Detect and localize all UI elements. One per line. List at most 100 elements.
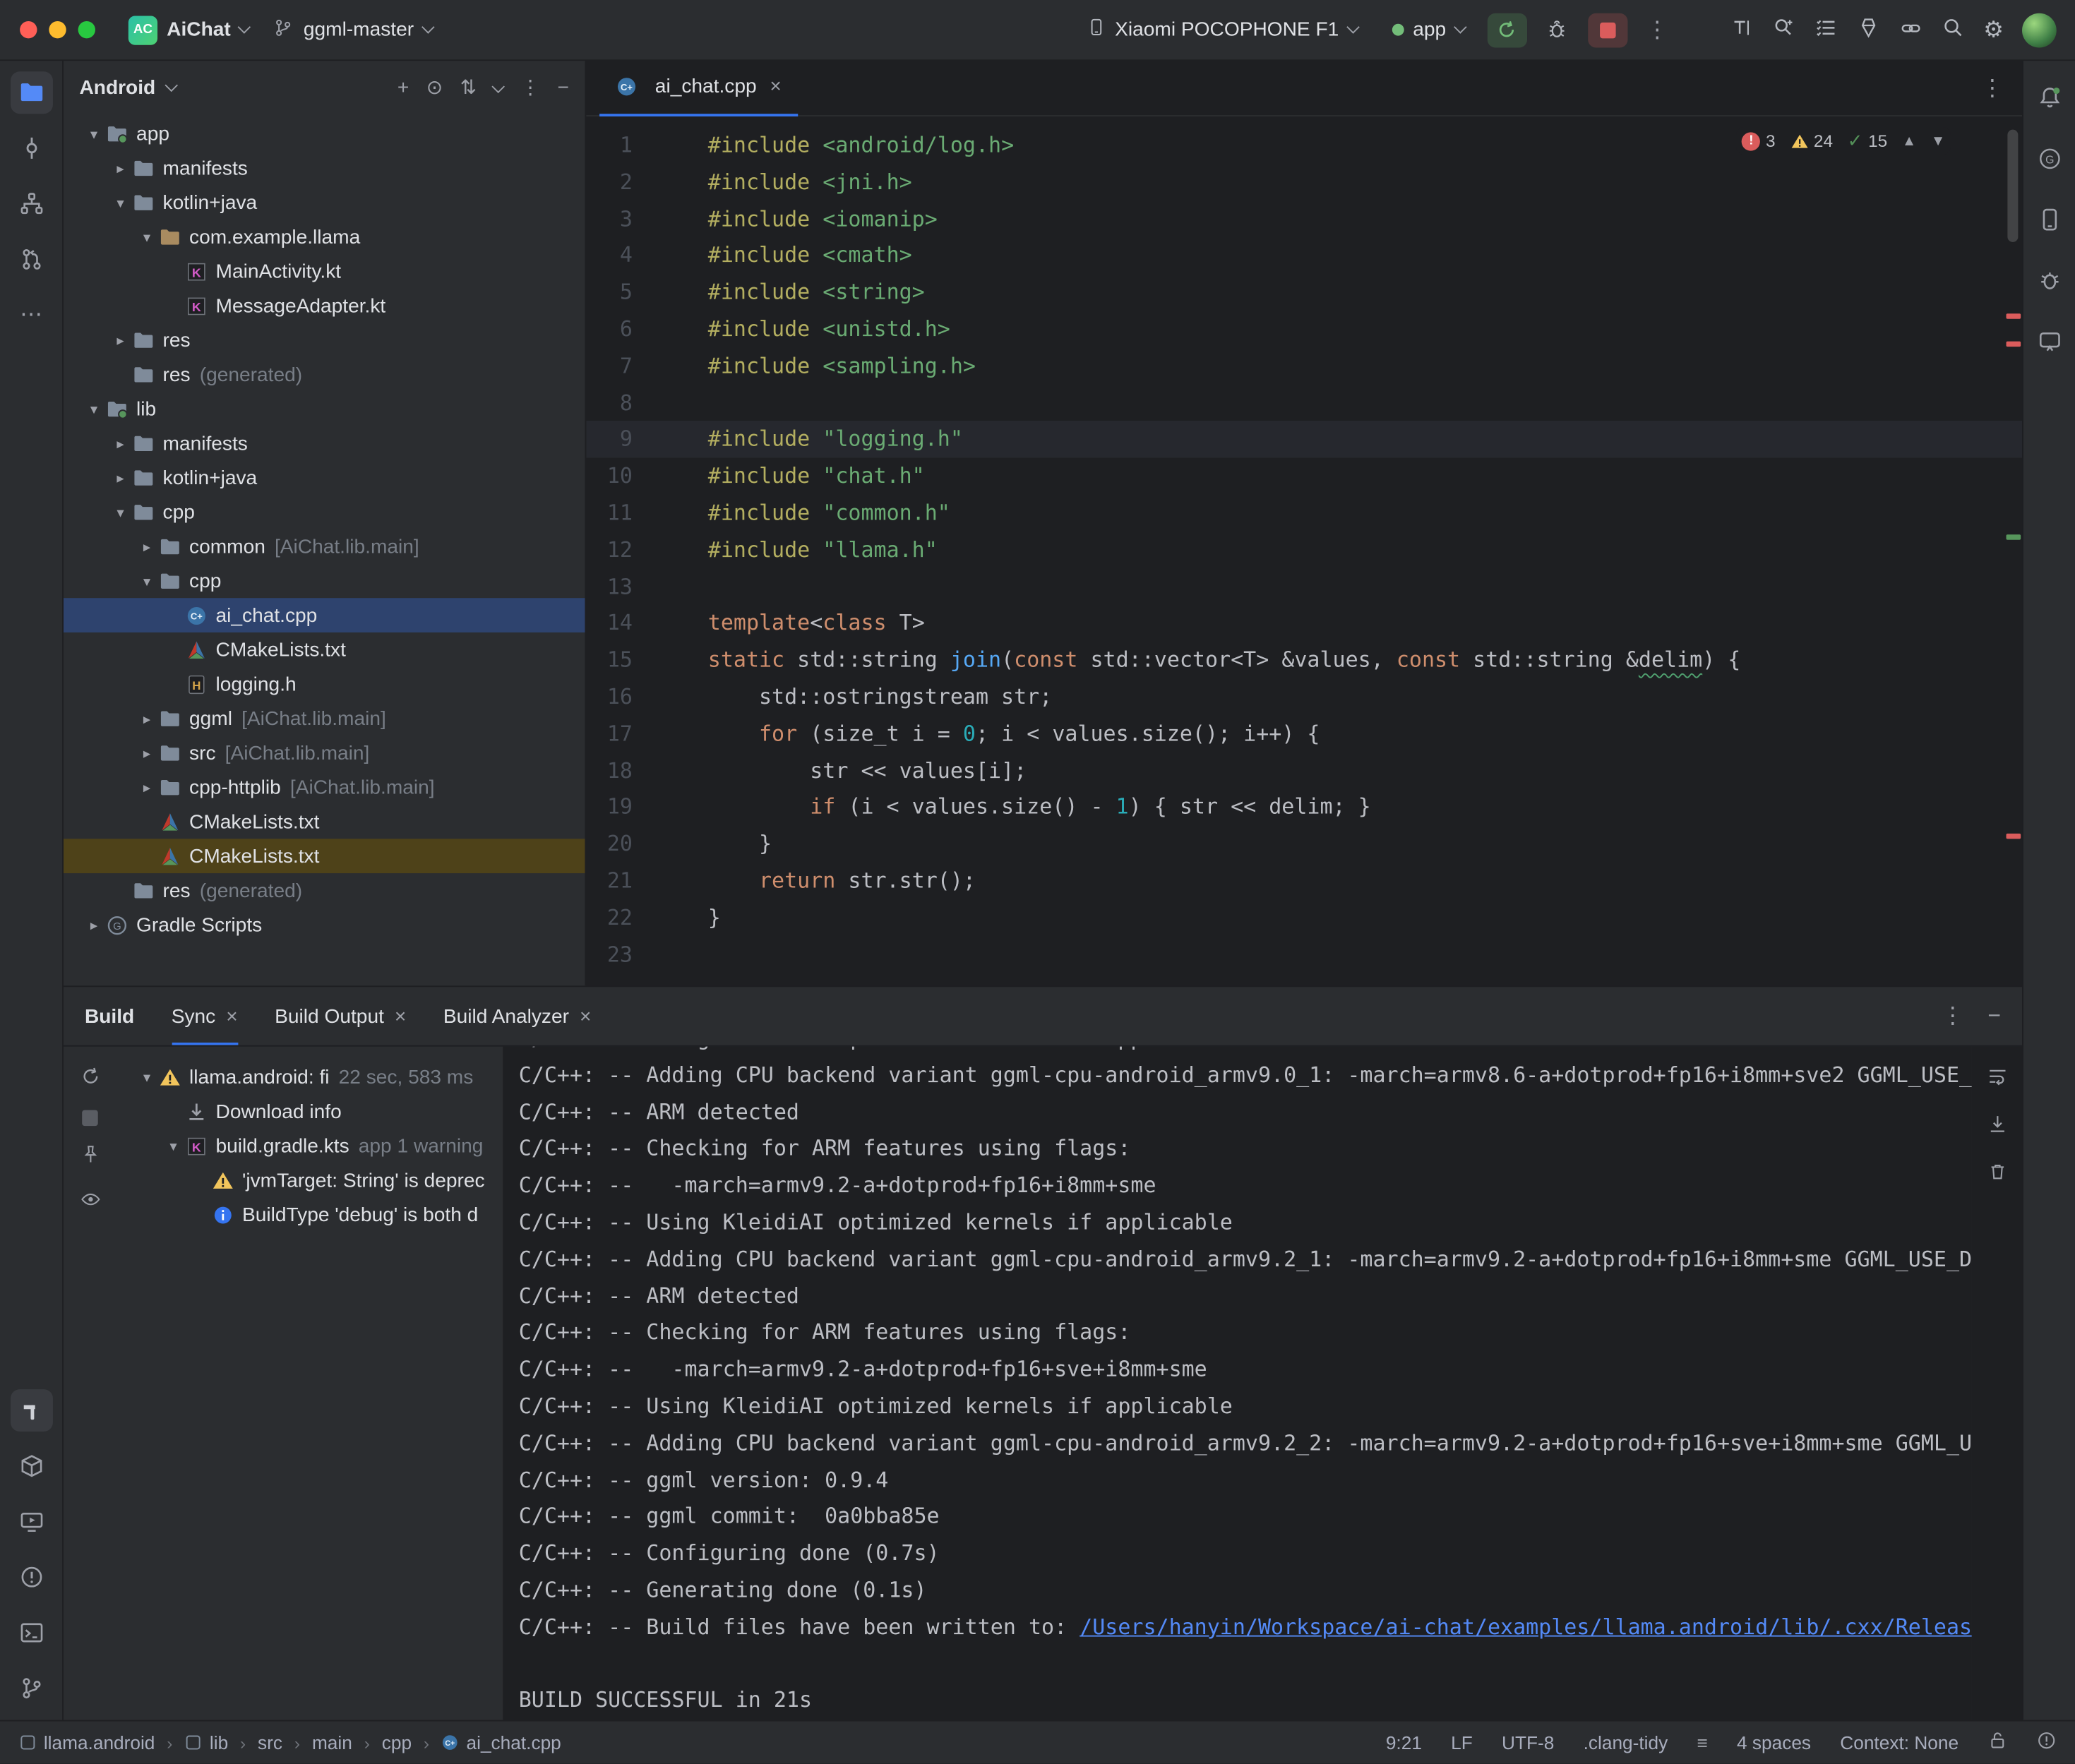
line-number[interactable]: 22 bbox=[586, 899, 633, 936]
notifications-icon[interactable] bbox=[2028, 77, 2070, 119]
line-number[interactable]: 6 bbox=[586, 311, 633, 347]
code-line-22[interactable]: 22} bbox=[586, 899, 2022, 936]
chevron-closed-icon[interactable]: ▸ bbox=[135, 710, 159, 727]
tree-item-cpp[interactable]: ▾cpp bbox=[64, 495, 585, 529]
line-number[interactable]: 3 bbox=[586, 200, 633, 237]
code-line-6[interactable]: 6#include <unistd.h> bbox=[586, 311, 2022, 347]
code-line-9[interactable]: 9#include "logging.h" bbox=[586, 421, 2022, 458]
commit-tool-icon[interactable] bbox=[10, 127, 52, 169]
code-line-2[interactable]: 2#include <jni.h> bbox=[586, 164, 2022, 200]
code-line-4[interactable]: 4#include <cmath> bbox=[586, 237, 2022, 274]
chevron-closed-icon[interactable]: ▸ bbox=[109, 435, 133, 452]
line-number[interactable]: 21 bbox=[586, 863, 633, 899]
chevron-open-icon[interactable]: ▾ bbox=[135, 1069, 159, 1086]
chevron-open-icon[interactable]: ▾ bbox=[109, 503, 133, 520]
project-view-selector[interactable]: Android bbox=[79, 76, 155, 99]
line-number[interactable]: 5 bbox=[586, 274, 633, 311]
encoding-widget[interactable]: UTF-8 bbox=[1502, 1732, 1554, 1753]
line-number[interactable]: 15 bbox=[586, 642, 633, 678]
clear-console-icon[interactable] bbox=[1985, 1160, 2008, 1188]
device-manager-tool-icon[interactable] bbox=[2028, 198, 2070, 241]
tree-item-ai-chat-cpp[interactable]: C+ai_chat.cpp bbox=[64, 598, 585, 632]
resource-manager-tool-icon[interactable] bbox=[10, 1445, 52, 1487]
device-selector[interactable]: Xiaomi POCOPHONE F1 bbox=[1074, 11, 1369, 49]
line-number[interactable]: 10 bbox=[586, 458, 633, 495]
code-line-14[interactable]: 14template<class T> bbox=[586, 605, 2022, 642]
search-actions-icon[interactable] bbox=[1771, 16, 1795, 44]
clang-tidy-widget[interactable]: .clang-tidy bbox=[1584, 1732, 1668, 1753]
line-number[interactable]: 8 bbox=[586, 385, 633, 421]
code-line-15[interactable]: 15static std::string join(const std::vec… bbox=[586, 642, 2022, 678]
build-tab-sync[interactable]: Sync× bbox=[172, 987, 238, 1045]
build-tool-icon[interactable] bbox=[10, 1389, 52, 1432]
hide-build-panel-icon[interactable]: − bbox=[1987, 1003, 2001, 1029]
line-number[interactable]: 23 bbox=[586, 936, 633, 973]
code-line-16[interactable]: 16 std::ostringstream str; bbox=[586, 678, 2022, 715]
chevron-closed-icon[interactable]: ▸ bbox=[109, 160, 133, 176]
code-line-11[interactable]: 11#include "common.h" bbox=[586, 495, 2022, 532]
build-options-icon[interactable]: ⋮ bbox=[1942, 1003, 1964, 1029]
close-tab-icon[interactable]: × bbox=[395, 1005, 406, 1028]
settings-gear-icon[interactable]: ⚙ bbox=[1983, 16, 2004, 42]
debug-button[interactable] bbox=[1538, 13, 1577, 47]
tree-item-common[interactable]: ▸common[AiChat.lib.main] bbox=[64, 529, 585, 564]
chevron-closed-icon[interactable]: ▸ bbox=[82, 916, 106, 933]
terminal-tool-icon[interactable] bbox=[10, 1612, 52, 1654]
line-number[interactable]: 11 bbox=[586, 495, 633, 532]
editor-scrollbar[interactable] bbox=[2007, 130, 2018, 242]
close-tab-icon[interactable]: × bbox=[580, 1005, 591, 1028]
user-avatar[interactable] bbox=[2022, 13, 2057, 47]
line-number[interactable]: 7 bbox=[586, 348, 633, 385]
line-number[interactable]: 9 bbox=[586, 421, 633, 458]
scroll-to-end-icon[interactable] bbox=[1985, 1112, 2008, 1140]
new-item-icon[interactable]: + bbox=[397, 76, 409, 99]
tree-item-cpp[interactable]: ▾cpp bbox=[64, 563, 585, 598]
tree-item-llama-android-fi[interactable]: ▾llama.android: fi22 sec, 583 ms bbox=[116, 1060, 503, 1094]
build-panel-title[interactable]: Build bbox=[85, 1005, 134, 1028]
code-line-18[interactable]: 18 str << values[i]; bbox=[586, 752, 2022, 789]
tree-item-lib[interactable]: ▾lib bbox=[64, 392, 585, 426]
chevron-open-icon[interactable]: ▾ bbox=[82, 400, 106, 417]
running-devices-tool-icon[interactable] bbox=[10, 1501, 52, 1543]
inspections-widget[interactable]: !3 24 ✓15 ▲ ▼ bbox=[1737, 127, 1951, 155]
code-style-icon[interactable]: ≡ bbox=[1697, 1732, 1707, 1753]
version-control-tool-icon[interactable] bbox=[10, 1667, 52, 1710]
tree-item-buildtype-debug-is-both-d[interactable]: BuildType 'debug' is both d bbox=[116, 1197, 503, 1232]
code-line-21[interactable]: 21 return str.str(); bbox=[586, 863, 2022, 899]
tree-item-kotlin-java[interactable]: ▾kotlin+java bbox=[64, 185, 585, 220]
breadcrumb-item-lib[interactable]: lib bbox=[184, 1732, 228, 1753]
line-number[interactable]: 2 bbox=[586, 164, 633, 200]
breadcrumb-item-src[interactable]: src bbox=[258, 1732, 282, 1753]
indentation-widget[interactable]: 4 spaces bbox=[1737, 1732, 1811, 1753]
tree-item-build-gradle-kts[interactable]: ▾Kbuild.gradle.ktsapp 1 warning bbox=[116, 1129, 503, 1163]
line-number[interactable]: 18 bbox=[586, 752, 633, 789]
chevron-open-icon[interactable]: ▾ bbox=[135, 228, 159, 245]
gradle-tool-icon[interactable]: G bbox=[2028, 138, 2070, 180]
breadcrumb-item-main[interactable]: main bbox=[312, 1732, 352, 1753]
tree-item-logging-h[interactable]: Hlogging.h bbox=[64, 667, 585, 702]
profiler-icon[interactable] bbox=[1856, 16, 1880, 44]
console-link[interactable]: /Users/hanyin/Workspace/ai-chat/examples… bbox=[1080, 1614, 1972, 1639]
code-line-7[interactable]: 7#include <sampling.h> bbox=[586, 348, 2022, 385]
run-configuration-selector[interactable]: app bbox=[1380, 12, 1476, 48]
tree-item-ggml[interactable]: ▸ggml[AiChat.lib.main] bbox=[64, 701, 585, 736]
soft-wrap-icon[interactable] bbox=[1985, 1065, 2008, 1093]
project-tool-icon[interactable] bbox=[10, 71, 52, 114]
caret-position-widget[interactable]: 9:21 bbox=[1386, 1732, 1422, 1753]
line-number[interactable]: 17 bbox=[586, 716, 633, 752]
chevron-closed-icon[interactable]: ▸ bbox=[109, 469, 133, 486]
close-tab-icon[interactable]: × bbox=[770, 76, 781, 98]
structure-tool-icon[interactable] bbox=[10, 183, 52, 225]
tree-item-cmakelists-txt[interactable]: CMakeLists.txt bbox=[64, 805, 585, 839]
next-problem-icon[interactable]: ▼ bbox=[1931, 133, 1945, 148]
line-number[interactable]: 20 bbox=[586, 826, 633, 863]
chevron-closed-icon[interactable]: ▸ bbox=[135, 779, 159, 796]
rerun-button[interactable] bbox=[1487, 13, 1526, 47]
vcs-branch-widget[interactable]: ggml-master bbox=[261, 10, 444, 49]
select-opened-file-icon[interactable]: ⊙ bbox=[426, 76, 443, 100]
line-number[interactable]: 13 bbox=[586, 568, 633, 605]
filter-eye-icon[interactable] bbox=[79, 1188, 102, 1216]
chevron-closed-icon[interactable]: ▸ bbox=[135, 744, 159, 761]
previous-problem-icon[interactable]: ▲ bbox=[1902, 133, 1916, 148]
chevron-closed-icon[interactable]: ▸ bbox=[135, 538, 159, 555]
